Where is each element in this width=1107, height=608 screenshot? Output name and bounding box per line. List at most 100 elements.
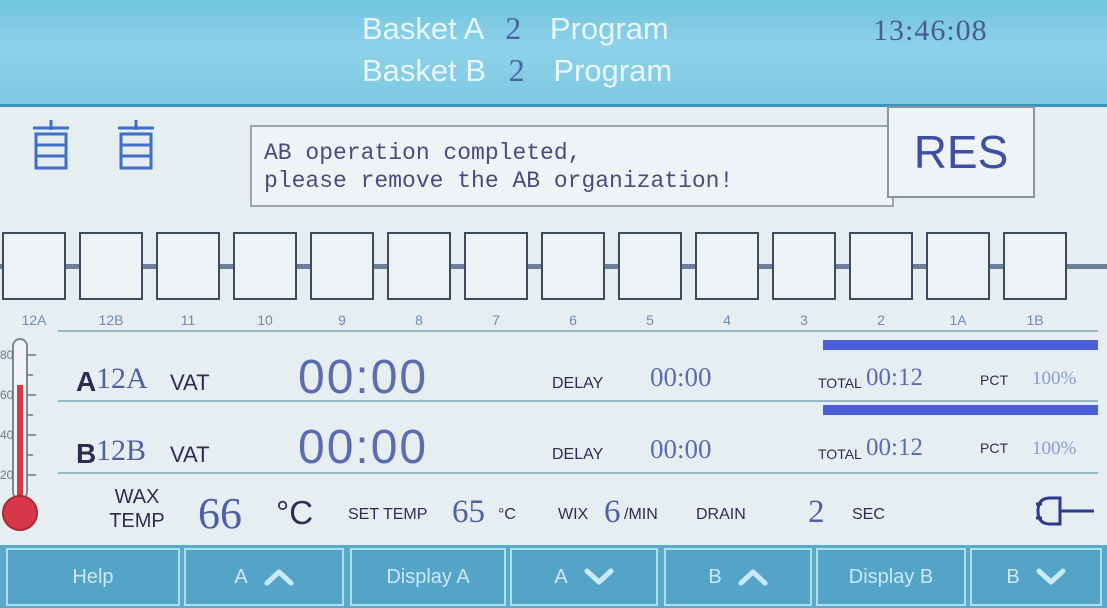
display-b-label: Display B: [848, 565, 934, 588]
station-label: 6: [569, 312, 577, 328]
set-temp-label: SET TEMP: [348, 506, 428, 523]
basket-a-timer: 00:00: [298, 351, 429, 404]
basket-a-delay-value: 00:00: [650, 362, 712, 392]
station-box[interactable]: [464, 232, 528, 300]
basket-b-label: Basket B: [362, 53, 487, 88]
wix-label: WIX: [558, 506, 589, 523]
help-button[interactable]: Help: [6, 548, 180, 606]
station-box[interactable]: [387, 232, 451, 300]
basket-a-pct-value: 100%: [1032, 368, 1077, 389]
status-header: Basket A 2 Program Basket B 2 Program 13…: [0, 0, 1107, 107]
drain-value: 2: [808, 494, 825, 530]
drain-unit: SEC: [852, 506, 885, 523]
display-b-button[interactable]: Display B: [816, 548, 966, 606]
station-box[interactable]: [926, 232, 990, 300]
basket-a-total-label: TOTAL: [818, 375, 862, 391]
wax-temp-unit: °C: [276, 494, 314, 531]
clock: 13:46:08: [873, 14, 988, 47]
station-label: 9: [338, 312, 346, 328]
display-a-label: Display A: [386, 565, 470, 588]
station-box[interactable]: [772, 232, 836, 300]
b-up-label: B: [708, 565, 722, 588]
basket-b-progress-bar: [823, 405, 1098, 415]
basket-b-vat-label: VAT: [170, 442, 210, 467]
display-a-button[interactable]: Display A: [350, 548, 506, 606]
wax-temp-value: 66: [198, 489, 242, 538]
a-up-button[interactable]: A: [184, 548, 344, 606]
station-box[interactable]: [1003, 232, 1067, 300]
a-up-label: A: [234, 565, 248, 588]
station-label: 12B: [98, 312, 124, 328]
station-label: 11: [180, 312, 196, 328]
station-box[interactable]: [310, 232, 374, 300]
chevron-up-icon: [738, 569, 768, 586]
b-up-button[interactable]: B: [664, 548, 812, 606]
temp-label: TEMP: [109, 510, 165, 532]
station-box[interactable]: [2, 232, 66, 300]
basket-b-number: 2: [508, 52, 525, 88]
station-label: 7: [492, 312, 500, 328]
set-temp-value: 65: [452, 494, 485, 530]
set-temp-unit: °C: [498, 506, 516, 523]
basket-a-number: 2: [505, 10, 522, 46]
basket-b-total-value: 00:12: [866, 434, 923, 461]
message-line-1: AB operation completed,: [264, 140, 582, 166]
a-down-label: A: [554, 565, 568, 588]
plug-icon[interactable]: [1036, 494, 1096, 528]
chevron-down-icon: [584, 568, 614, 585]
chevron-up-icon: [264, 569, 294, 586]
basket-b-delay-value: 00:00: [650, 434, 712, 464]
wix-unit: /MIN: [624, 506, 658, 523]
station-label: 8: [415, 312, 423, 328]
b-down-button[interactable]: B: [970, 548, 1102, 606]
a-down-button[interactable]: A: [510, 548, 658, 606]
station-label: 10: [257, 312, 273, 328]
basket-b-pct-label: PCT: [980, 440, 1008, 456]
separator: [58, 330, 1098, 332]
station-label: 2: [877, 312, 885, 328]
wix-value: 6: [604, 494, 621, 530]
station-label: 4: [723, 312, 731, 328]
wax-label: WAX: [114, 486, 160, 508]
basket-b-letter: B: [76, 438, 97, 469]
reset-button[interactable]: RES: [887, 106, 1035, 198]
thermometer-tick: 40: [0, 428, 14, 442]
message-line-2: please remove the AB organization!: [264, 168, 734, 194]
station-box[interactable]: [849, 232, 913, 300]
separator: [58, 400, 1098, 402]
basket-a-program: Program: [549, 11, 669, 46]
station-box[interactable]: [695, 232, 759, 300]
station-label: 5: [646, 312, 654, 328]
thermometer-tick: 80: [0, 348, 14, 362]
basket-a-total-value: 00:12: [866, 364, 923, 391]
basket-a-station-code: 12A: [96, 362, 148, 395]
basket-b-timer: 00:00: [298, 421, 429, 474]
basket-a-status: Basket A 2 Program: [362, 10, 669, 47]
basket-a-icon[interactable]: [30, 118, 72, 172]
basket-a-progress-bar: [823, 340, 1098, 350]
basket-a-delay-label: DELAY: [552, 375, 604, 392]
drain-label: DRAIN: [696, 506, 746, 523]
thermometer-tick: 60: [0, 388, 14, 402]
basket-b-delay-label: DELAY: [552, 446, 604, 463]
basket-b-icon[interactable]: [115, 118, 157, 172]
help-label: Help: [72, 565, 114, 588]
message-box: AB operation completed, please remove th…: [250, 125, 894, 207]
thermometer-tick: 20: [0, 468, 14, 482]
basket-b-status: Basket B 2 Program: [362, 52, 672, 89]
station-label: 3: [800, 312, 808, 328]
station-box[interactable]: [541, 232, 605, 300]
basket-a-pct-label: PCT: [980, 372, 1008, 388]
station-label: 1B: [1026, 312, 1044, 328]
basket-b-program: Program: [553, 53, 673, 88]
station-label: 12A: [21, 312, 47, 328]
basket-b-pct-value: 100%: [1032, 438, 1077, 459]
station-box[interactable]: [79, 232, 143, 300]
b-down-label: B: [1006, 565, 1020, 588]
station-box[interactable]: [618, 232, 682, 300]
basket-a-label: Basket A: [362, 11, 483, 46]
station-box[interactable]: [156, 232, 220, 300]
separator: [58, 472, 1098, 474]
station-box[interactable]: [233, 232, 297, 300]
station-label: 1A: [949, 312, 967, 328]
